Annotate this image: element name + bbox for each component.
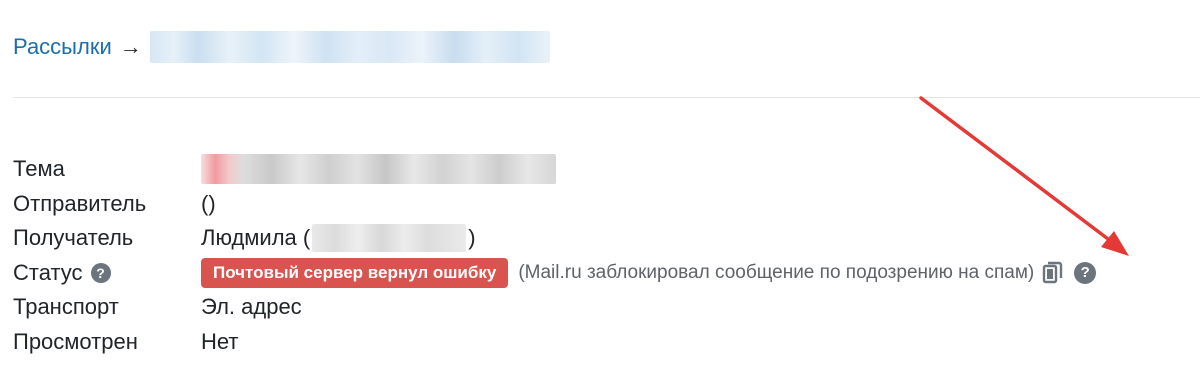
row-status: Статус ? Почтовый сервер вернул ошибку (…	[13, 256, 1097, 291]
sender-label: Отправитель	[13, 190, 147, 216]
row-viewed: Просмотрен Нет	[13, 325, 1096, 360]
breadcrumb-arrow: →	[119, 34, 142, 59]
status-help-icon[interactable]: ?	[90, 262, 111, 283]
status-badge: Почтовый сервер вернул ошибку	[201, 257, 509, 288]
page: Рассылки → Тема Отправитель () Получател…	[0, 0, 1200, 375]
annotation-arrow-head	[1101, 231, 1129, 256]
divider	[13, 97, 1200, 98]
viewed-label: Просмотрен	[13, 328, 138, 354]
recipient-label: Получатель	[13, 225, 134, 251]
subject-redacted	[201, 154, 556, 185]
transport-label: Транспорт	[13, 294, 119, 320]
row-sender: Отправитель ()	[13, 187, 1096, 222]
recipient-value: Людмила ( )	[201, 224, 476, 253]
status-value: Почтовый сервер вернул ошибку (Mail.ru з…	[201, 257, 1097, 288]
subject-value	[201, 154, 556, 185]
copy-icon[interactable]	[1042, 261, 1064, 285]
recipient-name: Людмила (	[201, 225, 311, 251]
row-transport: Транспорт Эл. адрес	[13, 290, 1096, 325]
status-detail-help-icon[interactable]: ?	[1074, 261, 1097, 284]
viewed-value: Нет	[201, 328, 239, 354]
row-subject: Тема	[13, 152, 1096, 187]
transport-value: Эл. адрес	[201, 294, 302, 320]
row-recipient: Получатель Людмила ( )	[13, 221, 1096, 256]
breadcrumb-link-mailings[interactable]: Рассылки	[13, 34, 112, 60]
status-label: Статус	[13, 259, 83, 285]
sender-value: ()	[201, 190, 216, 216]
message-details: Тема Отправитель () Получатель Людмила (…	[13, 152, 1097, 360]
status-label-group: Статус ?	[13, 260, 201, 286]
breadcrumb: Рассылки →	[13, 30, 550, 64]
subject-label: Тема	[13, 156, 65, 182]
status-detail: (Mail.ru заблокировал сообщение по подоз…	[518, 261, 1035, 283]
breadcrumb-current-redacted	[149, 31, 550, 63]
recipient-close-paren: )	[468, 225, 476, 251]
recipient-email-redacted	[312, 224, 467, 253]
